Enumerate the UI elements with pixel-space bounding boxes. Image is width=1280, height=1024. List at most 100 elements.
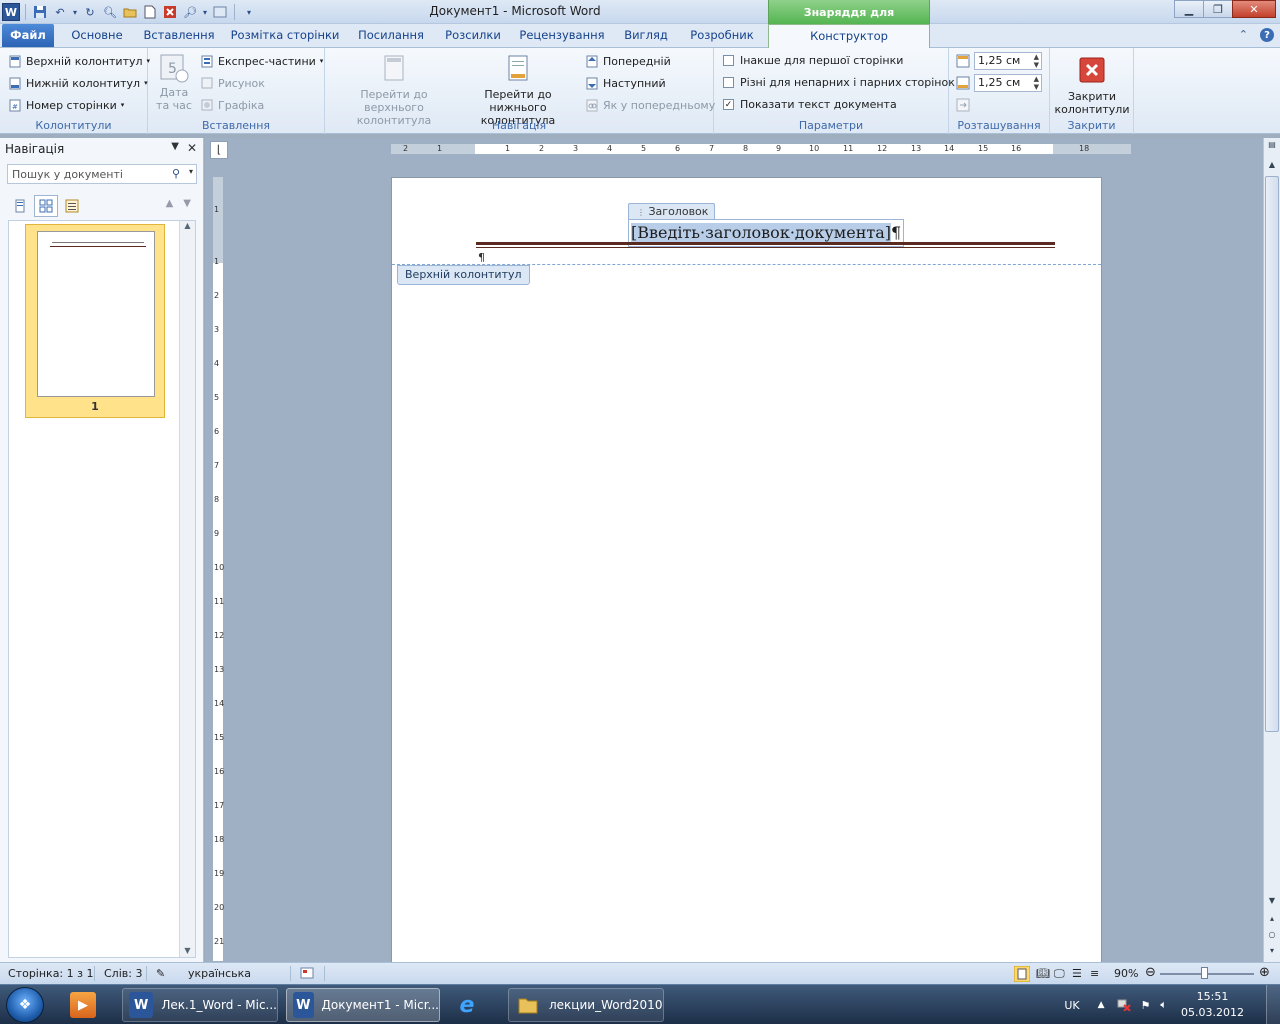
- vertical-scrollbar[interactable]: ▤ ▲ ▼ ▴ ○ ▾: [1263, 138, 1280, 962]
- document-page[interactable]: ⋮ Заголовок [Введіть·заголовок·документа…: [391, 177, 1102, 977]
- tab-selector-button[interactable]: ⌊: [210, 141, 228, 159]
- scroll-down-icon[interactable]: ▼: [1264, 896, 1280, 910]
- previous-result-icon[interactable]: ▲: [166, 198, 174, 209]
- status-separator: [324, 966, 325, 981]
- show-document-text-checkbox[interactable]: ✓ Показати текст документа: [723, 98, 897, 111]
- taskbar-item-folder[interactable]: лекции_Word2010: [508, 988, 664, 1022]
- title-content-control-tag[interactable]: ⋮ Заголовок: [628, 203, 716, 219]
- zoom-in-icon[interactable]: ⊕: [1259, 965, 1270, 980]
- taskbar-item-lecture[interactable]: W Лек.1_Word - Mic...: [122, 988, 278, 1022]
- goto-footer-button[interactable]: Перейти до нижнього колонтитула: [455, 52, 581, 127]
- macro-record-icon[interactable]: [300, 967, 314, 982]
- action-center-icon[interactable]: ⚑: [1141, 999, 1151, 1012]
- header-position-spinner[interactable]: 1,25 см ▲ ▼: [956, 52, 1042, 70]
- next-page-icon[interactable]: ▾: [1264, 946, 1280, 960]
- full-screen-reading-icon[interactable]: 📖︎: [1036, 967, 1050, 980]
- clock[interactable]: 15:51 05.03.2012: [1181, 989, 1244, 1021]
- ruler-toggle-icon[interactable]: ▤: [1264, 140, 1280, 154]
- tab-file[interactable]: Файл: [2, 24, 54, 47]
- help-icon[interactable]: ?: [1260, 28, 1274, 42]
- next-section-button[interactable]: Наступний: [585, 76, 666, 90]
- next-result-icon[interactable]: ▼: [183, 198, 191, 209]
- close-pane-icon[interactable]: ✕: [187, 141, 197, 155]
- link-to-previous-button[interactable]: Як у попередньому: [585, 98, 715, 112]
- footer-from-bottom-input[interactable]: 1,25 см ▲ ▼: [974, 74, 1042, 92]
- quick-parts-dropdown[interactable]: Експрес-частини ▾: [200, 54, 323, 68]
- insert-alignment-tab-button[interactable]: [956, 98, 970, 112]
- browse-object-icon[interactable]: ○: [1264, 930, 1280, 944]
- previous-section-button[interactable]: Попередній: [585, 54, 671, 68]
- internet-explorer-pin[interactable]: e: [448, 988, 500, 1022]
- header-from-top-value: 1,25 см: [978, 54, 1021, 67]
- tab-view[interactable]: Вигляд: [618, 24, 674, 47]
- start-button[interactable]: ❖: [6, 987, 44, 1023]
- drag-handle-icon: ⋮: [637, 208, 645, 217]
- word-count[interactable]: Слів: 3: [104, 967, 142, 980]
- headings-view-icon[interactable]: [8, 195, 32, 217]
- tab-references[interactable]: Посилання: [352, 24, 430, 47]
- pane-options-dropdown-icon[interactable]: ▼: [171, 141, 179, 155]
- tab-insert[interactable]: Вставлення: [140, 24, 218, 47]
- tab-home[interactable]: Основне: [62, 24, 132, 47]
- taskbar-item-document1[interactable]: W Документ1 - Micr...: [286, 988, 440, 1022]
- outline-view-icon[interactable]: ☰: [1072, 967, 1082, 980]
- draft-view-icon[interactable]: ≡: [1090, 967, 1099, 980]
- header-from-top-input[interactable]: 1,25 см ▲ ▼: [974, 52, 1042, 70]
- scroll-up-icon[interactable]: ▲: [180, 221, 195, 230]
- picture-button[interactable]: Рисунок: [200, 76, 265, 90]
- zoom-level[interactable]: 90%: [1114, 967, 1138, 980]
- tab-page-layout[interactable]: Розмітка сторінки: [230, 24, 340, 47]
- tab-design[interactable]: Конструктор: [768, 24, 930, 48]
- clock-time: 15:51: [1196, 990, 1229, 1003]
- tab-developer[interactable]: Розробник: [684, 24, 760, 47]
- svg-text:#: #: [12, 103, 18, 111]
- folder-icon: [515, 992, 541, 1018]
- group-title: Навігація: [491, 119, 547, 132]
- horizontal-ruler[interactable]: 2 1 1 2 3 4 5 6 7 8 9 10 11 12 13 14 15 16 18: [390, 143, 1132, 155]
- different-odd-even-checkbox[interactable]: Різні для непарних і парних сторінок: [723, 76, 955, 89]
- thumbnail-scrollbar[interactable]: ▲ ▼: [179, 221, 195, 957]
- spinner-arrows-icon[interactable]: ▲ ▼: [1034, 53, 1039, 69]
- pages-view-icon[interactable]: [34, 195, 58, 217]
- tab-mailings[interactable]: Розсилки: [440, 24, 506, 47]
- network-icon[interactable]: [1117, 997, 1131, 1014]
- tab-review[interactable]: Рецензування: [516, 24, 608, 47]
- search-icon[interactable]: ⚲: [172, 167, 180, 180]
- web-layout-icon[interactable]: 🖵︎: [1054, 967, 1065, 981]
- clip-art-button[interactable]: Графіка: [200, 98, 264, 112]
- maximize-button[interactable]: ❐: [1203, 0, 1233, 18]
- media-player-pin[interactable]: ▶: [64, 988, 110, 1022]
- proofing-icon[interactable]: ✎: [156, 967, 165, 980]
- page-number-dropdown[interactable]: # Номер сторінки ▾: [8, 98, 124, 112]
- chevron-down-icon[interactable]: ▾: [189, 167, 193, 176]
- vertical-ruler[interactable]: 1 1 2 3 4 5 6 7 8 9 10 11 12 13 14 15 16 17 18 19 20 21: [212, 176, 224, 962]
- results-view-icon[interactable]: [60, 195, 84, 217]
- footer-position-spinner[interactable]: 1,25 см ▲ ▼: [956, 74, 1042, 92]
- scroll-down-icon[interactable]: ▼: [180, 946, 195, 955]
- different-first-page-checkbox[interactable]: Інакше для першої сторінки: [723, 54, 903, 67]
- page-count[interactable]: Сторінка: 1 з 1: [8, 967, 93, 980]
- close-window-button[interactable]: ✕: [1232, 0, 1276, 18]
- minimize-button[interactable]: ▁: [1174, 0, 1204, 18]
- zoom-slider-knob[interactable]: [1201, 967, 1208, 979]
- scrollbar-thumb[interactable]: [1265, 176, 1279, 732]
- show-desktop-button[interactable]: [1266, 985, 1280, 1024]
- spinner-arrows-icon[interactable]: ▲ ▼: [1034, 75, 1039, 91]
- navigation-pane-controls: ▼ ✕: [171, 141, 197, 155]
- zoom-out-icon[interactable]: ⊖: [1145, 965, 1156, 980]
- footer-dropdown[interactable]: Нижній колонтитул ▾: [8, 76, 148, 90]
- minimize-ribbon-icon[interactable]: ⌃: [1239, 28, 1248, 42]
- goto-header-button[interactable]: Перейти до верхнього колонтитула: [329, 52, 459, 127]
- header-dropdown[interactable]: Верхній колонтитул ▾: [8, 54, 150, 68]
- input-language[interactable]: UK: [1064, 999, 1079, 1012]
- show-hidden-icons-icon[interactable]: ▲: [1098, 1000, 1105, 1010]
- close-header-footer-button[interactable]: Закрити колонтитули: [1054, 54, 1130, 116]
- scroll-up-icon[interactable]: ▲: [1264, 160, 1280, 174]
- volume-icon[interactable]: 🔈︎: [1160, 998, 1167, 1012]
- search-input[interactable]: Пошук у документі ⚲ ▾: [7, 164, 197, 184]
- date-time-button[interactable]: 5 Дата та час: [154, 52, 194, 112]
- language-indicator[interactable]: українська: [188, 967, 251, 980]
- page-thumbnail-selected[interactable]: 1: [25, 224, 165, 418]
- print-layout-view-icon[interactable]: [1013, 965, 1031, 985]
- previous-page-icon[interactable]: ▴: [1264, 914, 1280, 928]
